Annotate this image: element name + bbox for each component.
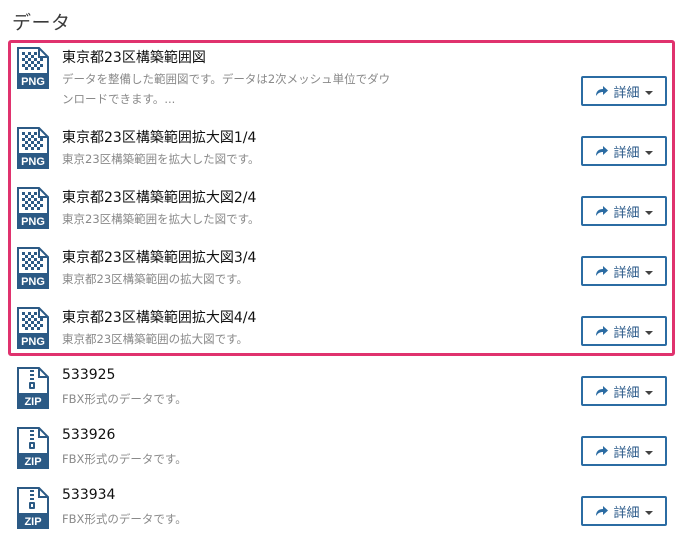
svg-text:PNG: PNG xyxy=(21,276,45,288)
resource-title-link[interactable]: 533926 xyxy=(62,427,115,443)
resource-title-link[interactable]: 東京都23区構築範囲拡大図3/4 xyxy=(62,247,256,267)
svg-text:PNG: PNG xyxy=(21,76,45,88)
svg-text:ZIP: ZIP xyxy=(24,456,41,468)
zip-file-icon: ZIP xyxy=(17,367,49,409)
png-file-icon: PNG xyxy=(17,127,49,169)
png-file-icon: PNG xyxy=(17,47,49,89)
detail-button-label: 詳細 xyxy=(613,325,640,341)
resource-title-link[interactable]: 東京都23区構築範囲拡大図4/4 xyxy=(62,307,256,327)
svg-text:ZIP: ZIP xyxy=(24,516,41,528)
detail-dropdown-button[interactable]: 詳細 xyxy=(581,376,667,406)
resource-description: FBX形式のデータです。 xyxy=(62,512,187,526)
share-arrow-icon xyxy=(596,86,609,96)
caret-down-icon xyxy=(644,211,653,215)
caret-down-icon xyxy=(644,331,653,335)
zip-file-icon: ZIP xyxy=(17,487,49,529)
detail-dropdown-button[interactable]: 詳細 xyxy=(581,256,667,286)
resource-list: PNG 東京都23区構築範囲図データを整備した範囲図です。データは2次メッシュ単位… xyxy=(0,0,698,536)
resource-description: 東京都23区構築範囲の拡大図です。 xyxy=(62,332,248,346)
detail-dropdown-button[interactable]: 詳細 xyxy=(581,496,667,526)
caret-down-icon xyxy=(644,91,653,95)
resource-description: FBX形式のデータです。 xyxy=(62,392,187,406)
resource-description: 東京都23区構築範囲の拡大図です。 xyxy=(62,272,248,286)
detail-button-label: 詳細 xyxy=(613,505,640,521)
svg-text:PNG: PNG xyxy=(21,156,45,168)
share-arrow-icon xyxy=(596,326,609,336)
detail-dropdown-button[interactable]: 詳細 xyxy=(581,136,667,166)
caret-down-icon xyxy=(644,151,653,155)
detail-button-label: 詳細 xyxy=(613,445,640,461)
svg-text:PNG: PNG xyxy=(21,216,45,228)
share-arrow-icon xyxy=(596,266,609,276)
detail-dropdown-button[interactable]: 詳細 xyxy=(581,196,667,226)
share-arrow-icon xyxy=(596,206,609,216)
share-arrow-icon xyxy=(596,146,609,156)
caret-down-icon xyxy=(644,451,653,455)
caret-down-icon xyxy=(644,511,653,515)
detail-dropdown-button[interactable]: 詳細 xyxy=(581,436,667,466)
detail-button-label: 詳細 xyxy=(613,85,640,101)
share-arrow-icon xyxy=(596,446,609,456)
share-arrow-icon xyxy=(596,386,609,396)
detail-dropdown-button[interactable]: 詳細 xyxy=(581,316,667,346)
resource-title-link[interactable]: 533934 xyxy=(62,487,115,503)
resource-description: FBX形式のデータです。 xyxy=(62,452,187,466)
detail-button-label: 詳細 xyxy=(613,385,640,401)
resource-title-link[interactable]: 東京都23区構築範囲拡大図2/4 xyxy=(62,187,256,207)
png-file-icon: PNG xyxy=(17,247,49,289)
zip-file-icon: ZIP xyxy=(17,427,49,469)
svg-text:ZIP: ZIP xyxy=(24,396,41,408)
resource-title-link[interactable]: 東京都23区構築範囲拡大図1/4 xyxy=(62,127,256,147)
resource-description: データを整備した範囲図です。データは2次メッシュ単位でダウンロードできます。..… xyxy=(62,72,391,106)
resource-title-link[interactable]: 533925 xyxy=(62,367,115,383)
detail-button-label: 詳細 xyxy=(613,265,640,281)
detail-button-label: 詳細 xyxy=(613,145,640,161)
caret-down-icon xyxy=(644,391,653,395)
caret-down-icon xyxy=(644,271,653,275)
png-file-icon: PNG xyxy=(17,307,49,349)
resource-description: 東京23区構築範囲を拡大した図です。 xyxy=(62,212,260,226)
resource-title-link[interactable]: 東京都23区構築範囲図 xyxy=(62,47,206,67)
detail-button-label: 詳細 xyxy=(613,205,640,221)
svg-text:PNG: PNG xyxy=(21,336,45,348)
detail-dropdown-button[interactable]: 詳細 xyxy=(581,76,667,106)
png-file-icon: PNG xyxy=(17,187,49,229)
resource-description: 東京23区構築範囲を拡大した図です。 xyxy=(62,152,260,166)
share-arrow-icon xyxy=(596,506,609,516)
